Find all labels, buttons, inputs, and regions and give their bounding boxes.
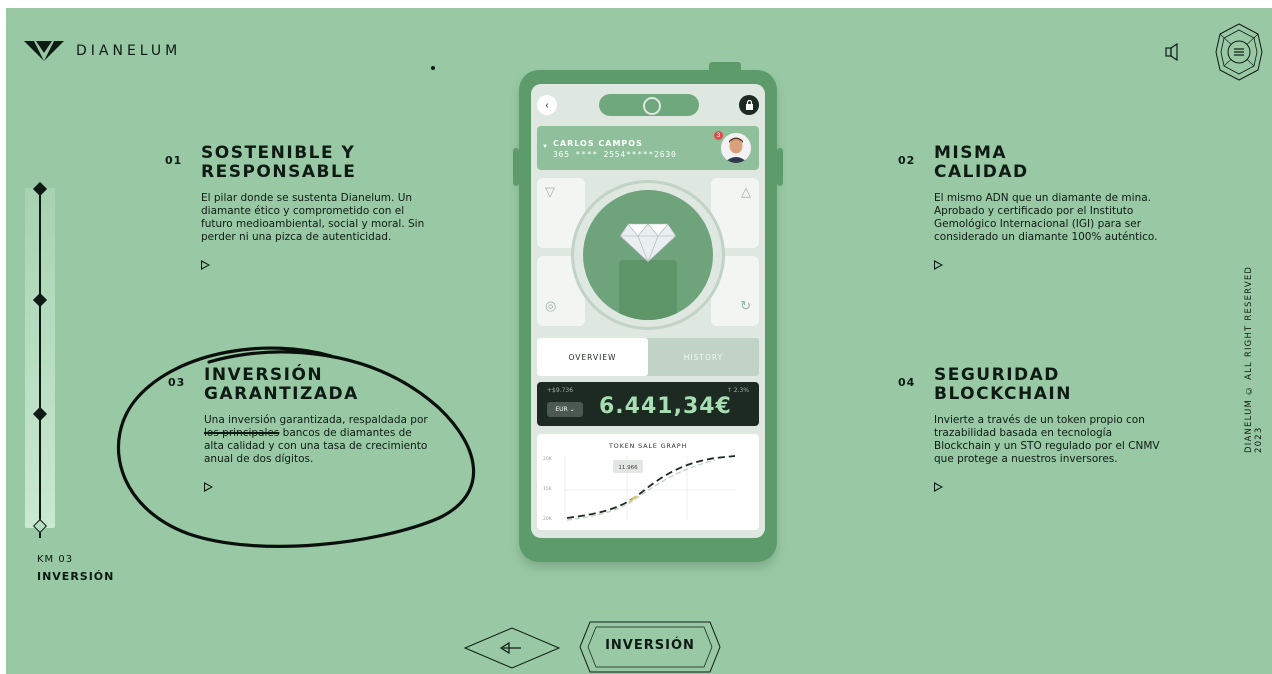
feature-text: El pilar donde se sustenta Dianelum. Un … (201, 192, 425, 243)
feature-04: 04 SEGURIDAD BLOCKCHAIN Invierte a travé… (898, 366, 1164, 497)
feature-title-line1: SEGURIDAD (934, 365, 1060, 385)
diamond-viewer: ▽ △ ◎ ↻ (537, 178, 759, 330)
feature-title: SOSTENIBLE Y RESPONSABLE (201, 144, 431, 182)
currency-value: EUR (555, 406, 568, 413)
currency-select[interactable]: EUR ⌄ (547, 402, 583, 417)
feature-title-line1: INVERSIÓN (204, 365, 324, 385)
diamond-logo-icon (24, 41, 64, 61)
feature-number: 02 (898, 154, 916, 167)
brand-name: DIANELUM (76, 43, 182, 59)
graph-y-tick: 15K (543, 486, 553, 492)
token-sale-graph: TOKEN SALE GRAPH 20K 15K 20K 11.966 (537, 434, 759, 530)
user-card[interactable]: ▼ CARLOS CAMPOS 365 **** 2554*****2630 3 (537, 126, 759, 170)
feature-title-line2: CALIDAD (934, 162, 1029, 182)
tab-overview[interactable]: OVERVIEW (537, 338, 648, 376)
arrow-left-icon (499, 641, 521, 655)
progress-rail (25, 181, 55, 538)
prev-button[interactable] (463, 626, 561, 670)
tab-history[interactable]: HISTORY (648, 338, 759, 376)
feature-title-line2: BLOCKCHAIN (934, 384, 1072, 404)
rotate-icon: ↻ (740, 298, 751, 313)
feature-number: 03 (168, 376, 186, 389)
feature-text: Una inversión garantizada, respaldada po… (204, 414, 434, 466)
current-section-label: INVERSIÓN (605, 638, 695, 653)
triangle-up-icon: △ (741, 184, 751, 199)
feature-title-line2: GARANTIZADA (204, 384, 359, 404)
speaker-icon[interactable] (1164, 42, 1184, 62)
phone-screen: ‹ ▼ CARLOS CAMPOS 365 **** 2554*****2630 (531, 84, 765, 538)
phone-mockup: ‹ ▼ CARLOS CAMPOS 365 **** 2554*****2630 (513, 62, 783, 562)
feature-title-line1: SOSTENIBLE Y (201, 143, 356, 163)
lock-icon[interactable] (739, 95, 759, 115)
current-section-button[interactable]: INVERSIÓN (578, 620, 722, 674)
avatar[interactable] (721, 133, 751, 163)
balance-change-abs: +$9.736 (547, 387, 574, 394)
struck-text: los principales (204, 427, 280, 439)
feature-03: 03 INVERSIÓN GARANTIZADA Una inversión g… (168, 366, 434, 497)
pedestal (619, 260, 677, 320)
camera-pill (599, 94, 699, 116)
card-number: 365 **** 2554*****2630 (553, 150, 677, 159)
balance-card: +$9.736 ↑ 2.3% EUR ⌄ 6.441,34€ (537, 382, 759, 426)
graph-canvas: 20K 15K 20K 11.966 (543, 455, 737, 522)
brand-logo[interactable]: DIANELUM (24, 39, 181, 63)
feature-01: 01 SOSTENIBLE Y RESPONSABLE El pilar don… (165, 144, 431, 275)
diamond-icon (620, 223, 676, 262)
phone-topbar: ‹ (537, 92, 759, 118)
feature-text: Invierte a través de un token propio con… (934, 414, 1160, 465)
play-icon[interactable] (204, 482, 213, 492)
back-icon[interactable]: ‹ (537, 95, 557, 115)
copyright-text: DIANELUM © ALL RIGHT RESERVED 2023 (1244, 265, 1264, 453)
feature-text-part: Una inversión garantizada, respaldada po… (204, 414, 428, 426)
feature-title-line1: MISMA (934, 143, 1008, 163)
feature-title: SEGURIDAD BLOCKCHAIN (934, 366, 1164, 404)
user-name: CARLOS CAMPOS (553, 139, 643, 148)
fingerprint-icon: ◎ (545, 298, 557, 313)
feature-title: INVERSIÓN GARANTIZADA (204, 366, 434, 404)
page-stage: DIANELUM KM 03 INVERSIÓN 01 SOSTENIBLE Y… (6, 8, 1272, 674)
feature-number: 01 (165, 154, 183, 167)
phone-side-button-left (513, 148, 519, 186)
diamond-display (583, 190, 713, 320)
decorative-dot (431, 66, 435, 70)
progress-rail-line (39, 186, 41, 538)
section-title: INVERSIÓN (37, 570, 115, 583)
phone-side-button-right (777, 148, 783, 186)
feature-02: 02 MISMA CALIDAD El mismo ADN que un dia… (898, 144, 1164, 275)
feature-title-line2: RESPONSABLE (201, 162, 357, 182)
feature-number: 04 (898, 376, 916, 389)
phone-tabs: OVERVIEW HISTORY (537, 338, 759, 376)
km-label: KM 03 (37, 554, 74, 565)
hamburger-menu-icon[interactable] (1212, 20, 1266, 84)
graph-tooltip-value: 11.966 (618, 465, 638, 471)
feature-text: El mismo ADN que un diamante de mina. Ap… (934, 192, 1158, 243)
triangle-down-icon: ▽ (545, 184, 555, 199)
graph-y-tick: 20K (543, 516, 553, 522)
graph-y-tick: 20K (543, 456, 553, 462)
feature-title: MISMA CALIDAD (934, 144, 1164, 182)
play-icon[interactable] (934, 482, 943, 492)
notification-badge: 3 (714, 131, 723, 140)
play-icon[interactable] (934, 260, 943, 270)
balance-change-pct: ↑ 2.3% (726, 387, 749, 394)
play-icon[interactable] (201, 260, 210, 270)
chevron-down-icon: ▼ (542, 144, 548, 150)
balance-value: 6.441,34€ (599, 394, 732, 419)
